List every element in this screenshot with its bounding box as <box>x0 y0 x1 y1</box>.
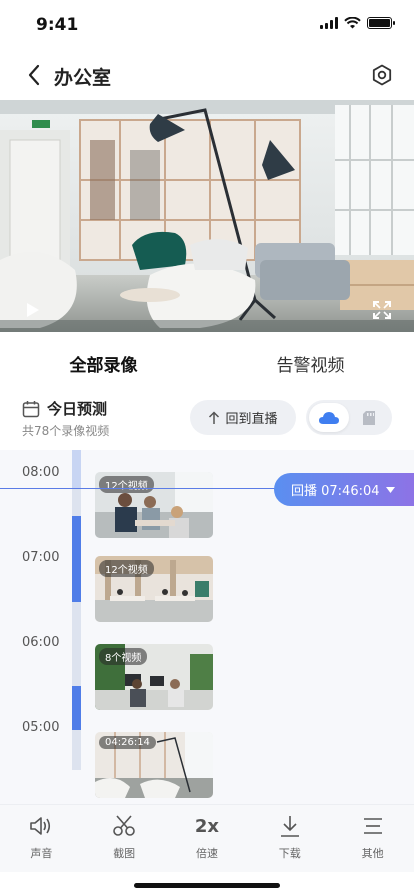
download-label: 下载 <box>278 847 301 860</box>
recording-timeline[interactable]: 08:00 07:00 06:00 05:00 12个视频 12个视频 8个视频… <box>0 450 414 805</box>
bottom-toolbar: 声音 截图 2x 倍速 下载 其他 <box>0 804 414 872</box>
back-button[interactable] <box>22 62 46 88</box>
storage-toggle <box>306 400 392 435</box>
sound-label: 声音 <box>30 847 53 860</box>
timeline-segment <box>72 450 81 488</box>
caret-down-icon <box>385 486 395 493</box>
cloud-icon <box>319 411 339 424</box>
timeline-segment <box>72 686 81 730</box>
video-clip-thumbnail[interactable]: 12个视频 <box>95 556 213 622</box>
video-clip-thumbnail[interactable]: 12个视频 <box>95 472 213 538</box>
more-button[interactable]: 其他 <box>331 805 414 872</box>
speed-icon: 2x <box>194 815 220 837</box>
settings-icon[interactable] <box>370 63 394 87</box>
sd-card-icon <box>363 410 375 425</box>
play-icon[interactable] <box>22 300 42 320</box>
screenshot-label: 截图 <box>113 847 136 860</box>
status-icons <box>320 17 395 29</box>
back-to-live-button[interactable]: 回到直播 <box>190 400 296 435</box>
timeline-segment <box>72 516 81 602</box>
recordings-title[interactable]: 今日预测 <box>47 398 107 419</box>
battery-icon <box>367 17 395 29</box>
time-label: 05:00 <box>22 720 60 735</box>
more-label: 其他 <box>361 847 384 860</box>
wifi-icon <box>344 17 361 29</box>
cloud-storage-option[interactable] <box>309 403 349 432</box>
playback-time-button[interactable]: 回播 07:46:04 <box>274 473 414 506</box>
home-indicator <box>134 883 280 888</box>
fullscreen-icon[interactable] <box>372 300 392 320</box>
clip-count-badge: 8个视频 <box>99 648 148 665</box>
tab-bar: 全部录像 告警视频 <box>0 332 414 394</box>
speed-button[interactable]: 2x 倍速 <box>166 805 249 872</box>
video-player[interactable] <box>0 100 414 332</box>
status-bar: 9:41 <box>0 0 414 50</box>
download-button[interactable]: 下载 <box>248 805 331 872</box>
sd-card-option[interactable] <box>349 403 389 432</box>
video-clip-thumbnail[interactable]: 8个视频 <box>95 644 213 710</box>
clip-time-badge: 04:26:14 <box>99 736 156 749</box>
tab-alert-videos[interactable]: 告警视频 <box>207 332 414 394</box>
camera-feed-image <box>0 100 414 332</box>
video-clip-thumbnail[interactable]: 04:26:14 <box>95 732 213 798</box>
nav-bar: 办公室 <box>0 54 414 96</box>
screenshot-button[interactable]: 截图 <box>83 805 166 872</box>
speaker-icon <box>30 817 51 835</box>
recordings-count: 共78个录像视频 <box>22 424 110 438</box>
status-time: 9:41 <box>36 15 79 35</box>
clip-count-badge: 12个视频 <box>99 476 154 493</box>
chevron-left-icon <box>28 64 40 86</box>
time-label: 06:00 <box>22 635 60 650</box>
cellular-signal-icon <box>320 17 338 29</box>
recordings-header: 今日预测 共78个录像视频 回到直播 <box>0 394 414 448</box>
download-icon <box>280 816 299 837</box>
scissors-icon <box>113 815 135 836</box>
calendar-icon[interactable] <box>22 400 40 418</box>
menu-icon <box>363 818 382 834</box>
time-label: 08:00 <box>22 465 60 480</box>
back-to-live-label: 回到直播 <box>225 412 278 427</box>
page-title: 办公室 <box>54 67 112 89</box>
speed-label: 倍速 <box>195 847 218 860</box>
clip-count-badge: 12个视频 <box>99 560 154 577</box>
sound-button[interactable]: 声音 <box>0 805 83 872</box>
playback-time-label: 回播 07:46:04 <box>291 484 380 499</box>
arrow-up-icon <box>209 410 220 424</box>
time-label: 07:00 <box>22 550 60 565</box>
tab-all-recordings[interactable]: 全部录像 <box>0 332 207 394</box>
playback-cursor-line <box>0 488 290 489</box>
